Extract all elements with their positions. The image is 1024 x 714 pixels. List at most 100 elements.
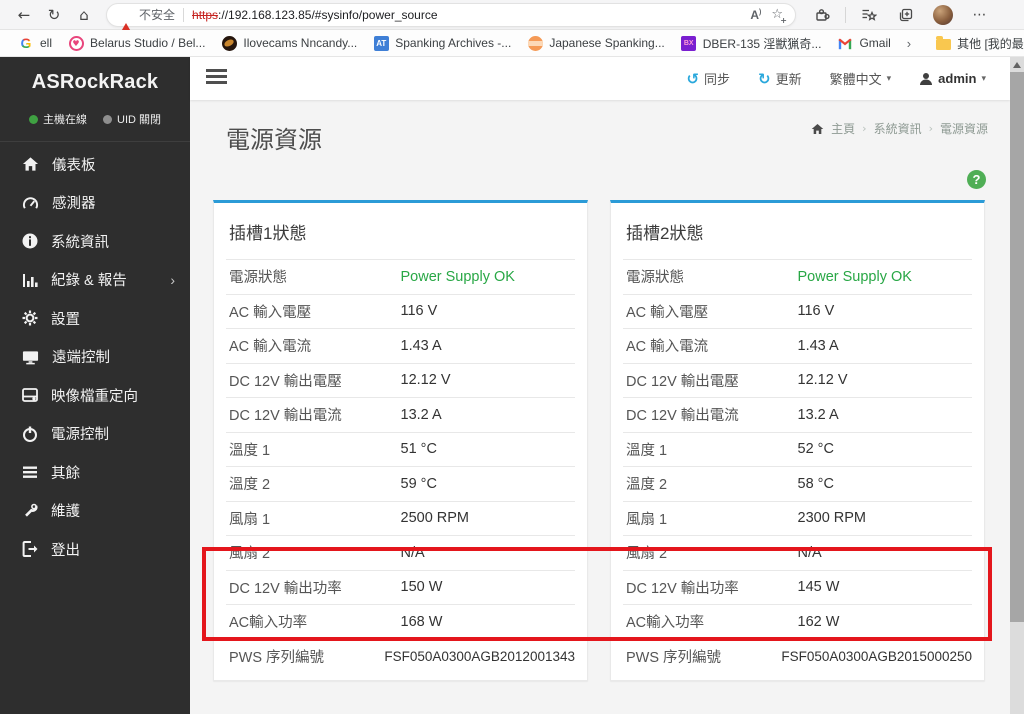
psu-slot2-panel: 插槽2狀態 電源狀態 Power Supply OK AC 輸入電壓 116 V… (610, 200, 985, 681)
bookmark-item[interactable]: ♥ Belarus Studio / Bel... (60, 32, 213, 54)
status-row: 主機在線 UID 關閉 (0, 111, 190, 142)
scrollbar-thumb[interactable] (1010, 72, 1024, 622)
sidebar-item-remote-control[interactable]: 遠端控制 (0, 338, 190, 377)
sidebar-item-label: 維護 (51, 504, 80, 521)
scroll-up-arrow-icon[interactable] (1013, 62, 1021, 68)
table-row: 電源狀態 Power Supply OK (226, 259, 575, 294)
chevron-right-icon: › (170, 271, 175, 288)
table-row: 風扇 2 N/A (226, 535, 575, 570)
row-label: DC 12V 輸出功率 (626, 580, 739, 597)
divider (845, 6, 846, 23)
uid-off-status: UID 關閉 (103, 111, 161, 127)
row-value: 13.2 A (400, 406, 442, 423)
page-scrollbar[interactable] (1010, 57, 1024, 714)
row-value: 12.12 V (797, 372, 848, 389)
collections-icon[interactable] (892, 3, 920, 27)
help-icon[interactable]: ? (967, 170, 986, 189)
sidebar-item-logout[interactable]: 登出 (0, 530, 190, 569)
sidebar-item-settings[interactable]: 設置 (0, 299, 190, 338)
back-icon[interactable]: ← (10, 3, 38, 27)
sidebar-item-power-control[interactable]: 電源控制 (0, 415, 190, 454)
table-row: 風扇 1 2500 RPM (226, 500, 575, 536)
sidebar-item-label: 設置 (51, 311, 80, 328)
wrench-icon (25, 503, 38, 517)
bookmark-item[interactable]: Gmail (829, 32, 898, 54)
google-icon: G (20, 35, 32, 51)
settings-menu-icon[interactable]: ⋯ (966, 3, 994, 27)
bookmarks-overflow-icon[interactable]: › (899, 36, 919, 51)
bookmark-label: Spanking Archives -... (395, 36, 512, 50)
sidebar-item-logs-reports[interactable]: 紀錄 & 報告 › (0, 261, 190, 300)
row-value: 1.43 A (400, 337, 442, 354)
home-icon (22, 157, 39, 171)
breadcrumb-section[interactable]: 系統資訊 (874, 120, 922, 137)
extensions-icon[interactable] (808, 3, 836, 27)
brand-logo: ASRockRack (31, 71, 159, 93)
address-bar[interactable]: ! 不安全 https ://192.168.123.85/#sysinfo/p… (106, 2, 796, 35)
cams-site-icon (221, 35, 237, 51)
bookmark-item[interactable]: AT Spanking Archives -... (365, 32, 519, 54)
row-value: 150 W (400, 579, 443, 596)
favorites-icon[interactable] (855, 3, 883, 27)
add-favorite-icon[interactable]: ☆ + (771, 7, 787, 25)
bookmark-item[interactable]: Japanese Spanking... (519, 32, 672, 54)
sync-button[interactable]: ↺ 同步 (686, 69, 730, 88)
row-label: DC 12V 輸出電壓 (626, 373, 739, 390)
list-icon (23, 466, 37, 479)
home-icon (811, 123, 824, 134)
sidebar-item-label: 其餘 (51, 465, 80, 482)
user-dropdown[interactable]: admin ▾ (919, 71, 986, 86)
refresh-button[interactable]: ↻ 更新 (758, 69, 802, 88)
breadcrumb-home[interactable]: 主頁 (831, 120, 855, 137)
bookmark-item[interactable]: BX DBER-135 淫獣猟奇... (673, 32, 830, 54)
bookmark-item[interactable]: Ilovecams Nncandy... (213, 32, 365, 54)
sidebar-item-dashboard[interactable]: 儀表板 (0, 145, 190, 184)
user-icon (920, 72, 933, 85)
row-label: DC 12V 輸出功率 (229, 580, 342, 597)
profile-avatar[interactable] (929, 3, 957, 27)
row-label: AC輸入功率 (626, 615, 705, 632)
row-label: AC輸入功率 (229, 615, 308, 632)
sidebar-item-label: 登出 (51, 542, 80, 559)
sidebar-item-system-info[interactable]: 系統資訊 (0, 222, 190, 261)
psu-slot1-table: 電源狀態 Power Supply OK AC 輸入電壓 116 V AC 輸入… (214, 259, 587, 673)
bookmark-label: Japanese Spanking... (549, 36, 665, 50)
refresh-icon[interactable]: ↻ (40, 3, 68, 27)
table-row: 溫度 1 52 °C (623, 431, 972, 467)
language-dropdown[interactable]: 繁體中文 ▾ (830, 69, 892, 88)
sync-icon: ↺ (686, 69, 700, 88)
sidebar-item-maintenance[interactable]: 維護 (0, 492, 190, 531)
home-icon[interactable]: ⌂ (70, 3, 98, 27)
sidebar-item-image-redirection[interactable]: 映像檔重定向 (0, 376, 190, 415)
row-label: AC 輸入電流 (229, 339, 312, 356)
read-aloud-icon[interactable]: A) (750, 8, 761, 22)
sidebar-item-label: 映像檔重定向 (51, 388, 138, 405)
row-label: 風扇 1 (229, 511, 271, 528)
bookmark-item[interactable]: G ell (10, 32, 60, 54)
sign-out-icon (22, 541, 38, 558)
table-row: DC 12V 輸出功率 145 W (623, 569, 972, 605)
table-row: 溫度 2 58 °C (623, 466, 972, 501)
chevron-separator: › (862, 122, 867, 135)
refresh-label: 更新 (775, 72, 802, 87)
table-row: DC 12V 輸出電壓 12.12 V (226, 362, 575, 398)
gmail-icon (837, 35, 853, 51)
row-label: DC 12V 輸出電流 (229, 408, 342, 425)
bookmark-label: Ilovecams Nncandy... (243, 36, 358, 50)
row-label: PWS 序列編號 (229, 649, 325, 666)
row-value: 168 W (400, 613, 443, 630)
row-value: N/A (797, 544, 822, 561)
table-row: AC 輸入電流 1.43 A (623, 328, 972, 363)
archives-site-icon: AT (373, 35, 389, 51)
table-row: 溫度 1 51 °C (226, 431, 575, 467)
sidebar-item-sensor[interactable]: 感測器 (0, 184, 190, 223)
menu-toggle-button[interactable] (206, 68, 227, 89)
row-value: 2500 RPM (400, 510, 470, 527)
chevron-separator: › (928, 122, 933, 135)
other-favorites-folder[interactable]: 其他 [我的最愛] (927, 32, 1024, 54)
row-label: 風扇 1 (626, 511, 668, 528)
table-row: DC 12V 輸出電流 13.2 A (623, 397, 972, 432)
row-label: AC 輸入電流 (626, 339, 709, 356)
sidebar-item-misc[interactable]: 其餘 (0, 453, 190, 492)
app-header: ↺ 同步 ↻ 更新 繁體中文 ▾ admin ▾ (190, 57, 1010, 100)
